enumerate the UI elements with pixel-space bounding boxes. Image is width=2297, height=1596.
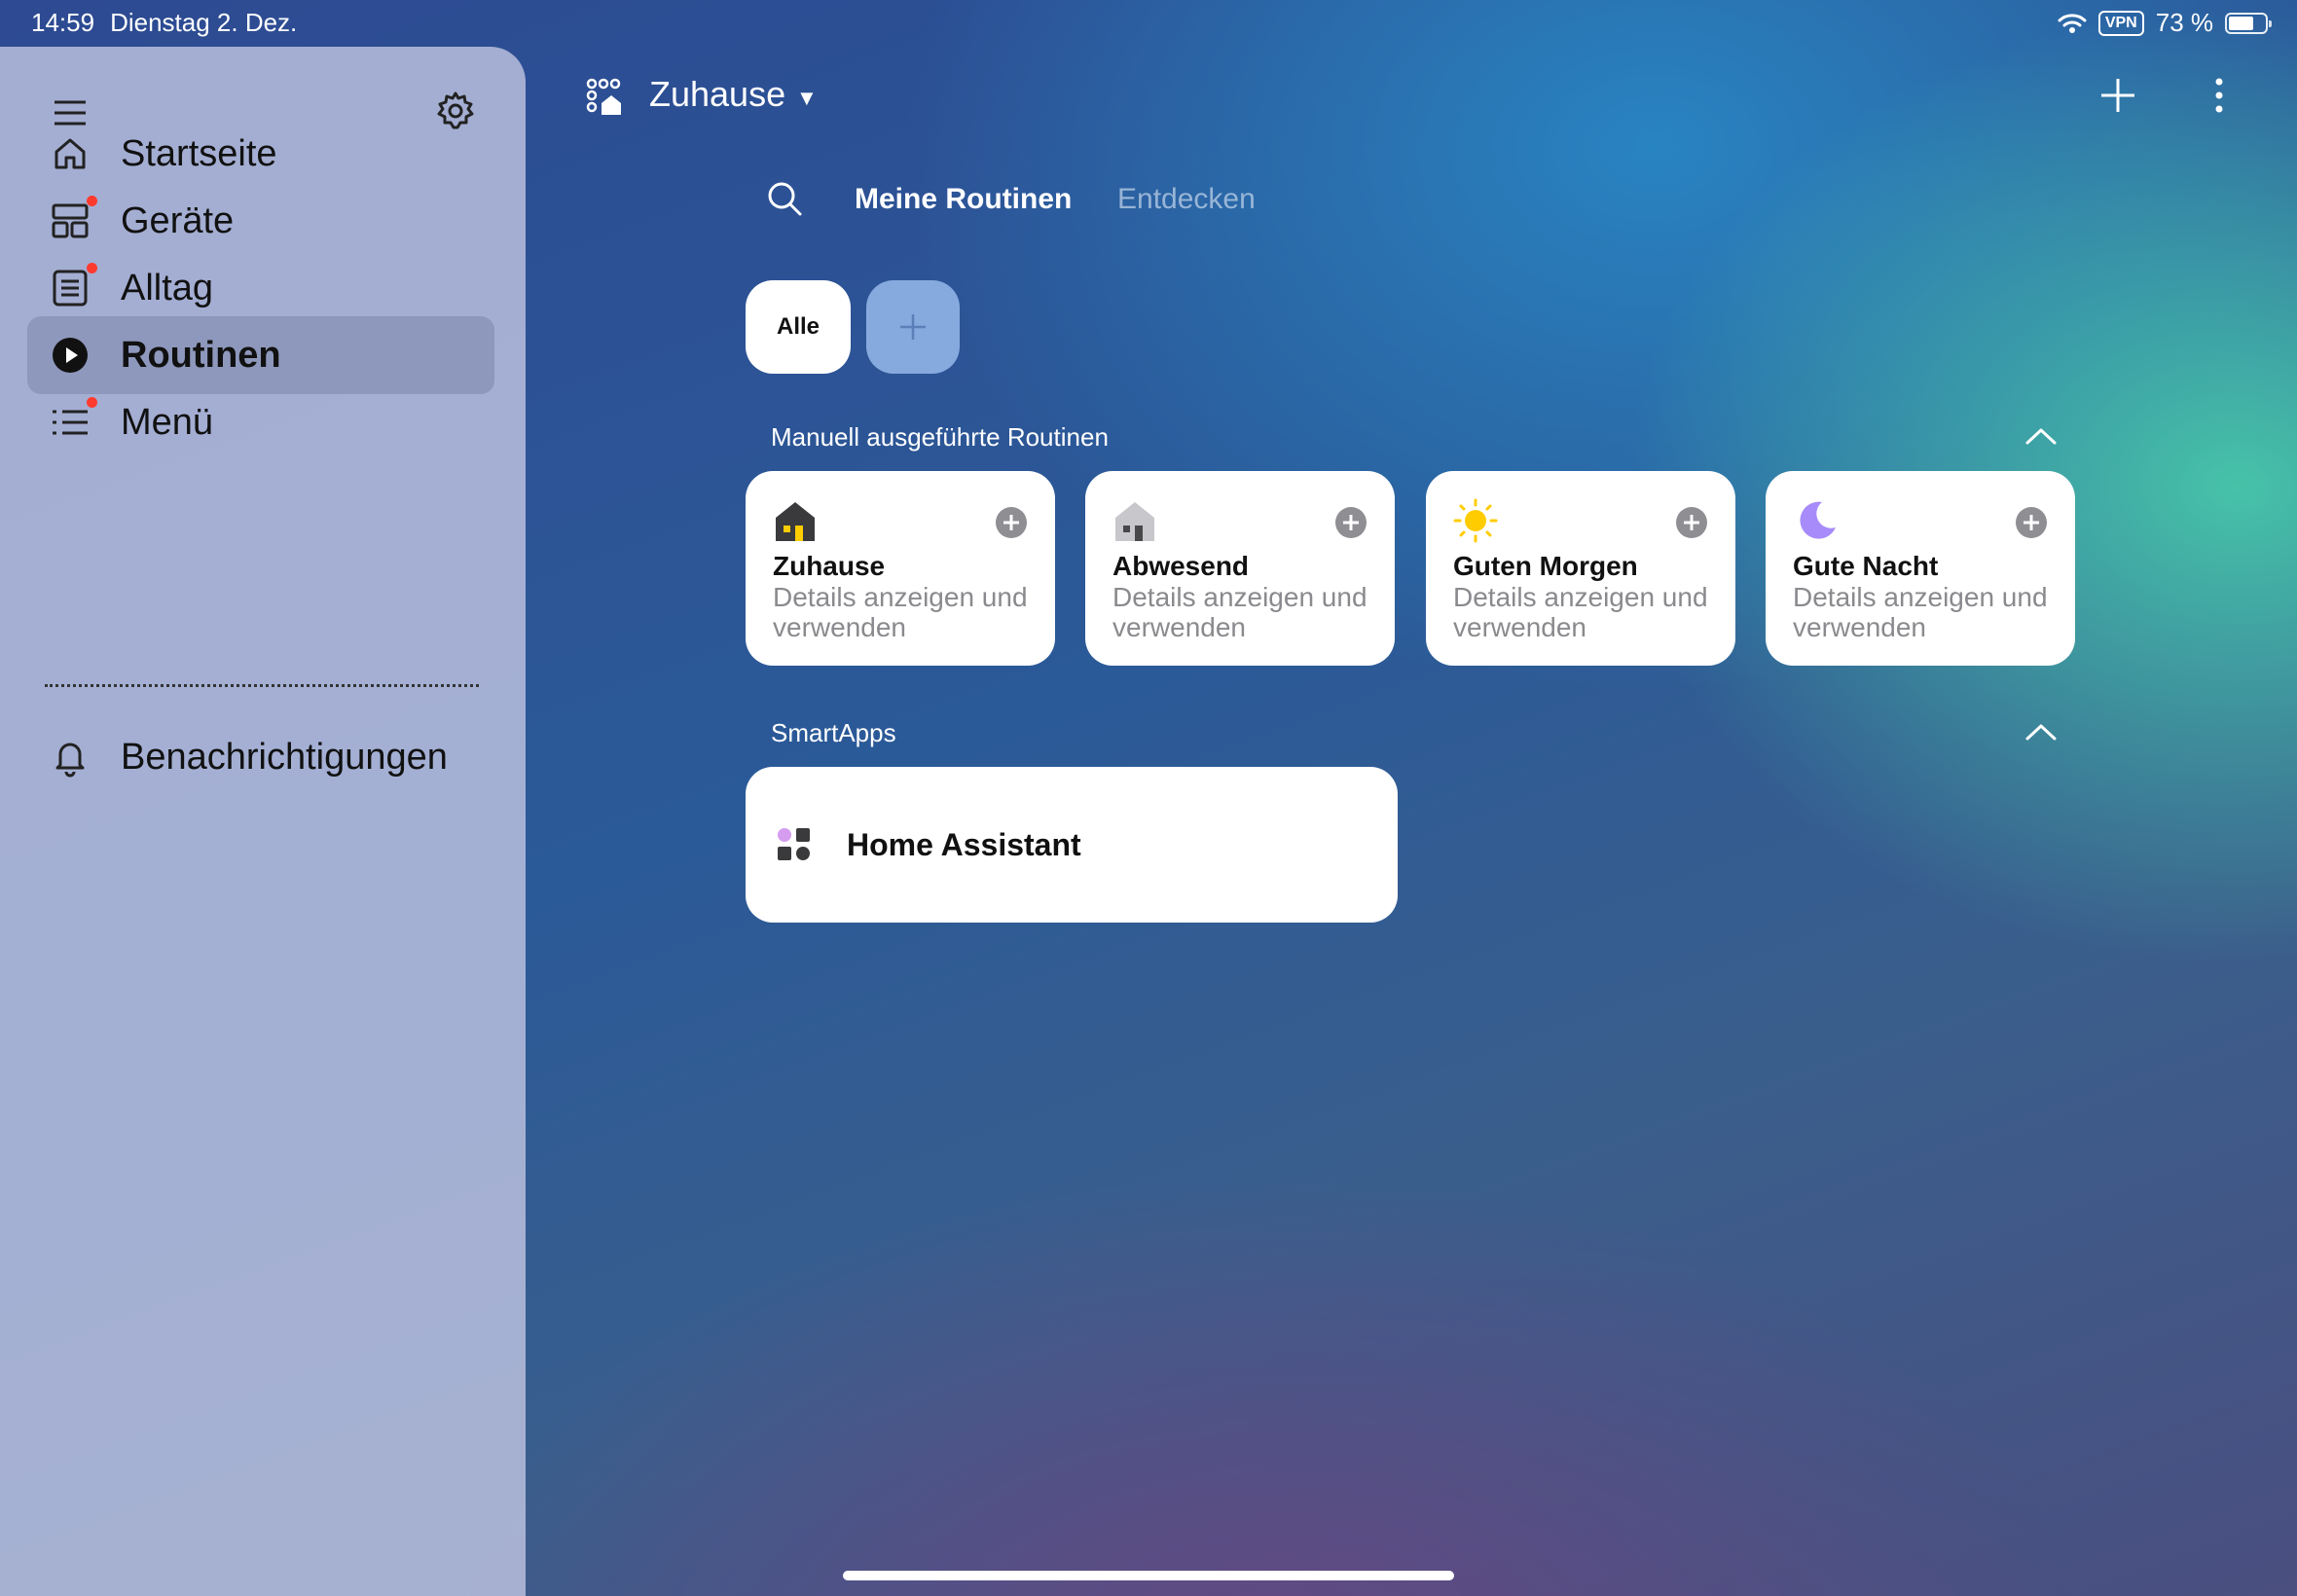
sidebar-item-routinen[interactable]: Routinen	[27, 316, 494, 394]
home-indicator[interactable]	[843, 1571, 1454, 1580]
play-icon	[49, 334, 91, 377]
tab-entdecken[interactable]: Entdecken	[1117, 183, 1256, 216]
routine-card-abwesend[interactable]: Abwesend Details anzeigen und verwenden	[1085, 471, 1395, 666]
smartapp-icon	[778, 828, 810, 860]
vpn-badge: VPN	[2097, 10, 2144, 36]
battery-percent: 73 %	[2155, 8, 2213, 37]
section-title-smartapps: SmartApps	[771, 718, 896, 747]
wifi-icon	[2058, 13, 2087, 33]
sidebar-item-geraete[interactable]: Geräte	[27, 182, 494, 260]
routine-card-gute-nacht[interactable]: Gute Nacht Details anzeigen und verwende…	[1766, 471, 2075, 666]
home-away-icon	[1115, 502, 1154, 541]
plus-icon	[900, 314, 926, 340]
house-icon	[49, 132, 91, 175]
chevron-up-icon[interactable]	[2024, 426, 2058, 446]
moon-icon	[1800, 501, 1836, 539]
devices-icon	[49, 196, 97, 242]
routine-title: Gute Nacht	[1793, 551, 1939, 581]
routine-title: Guten Morgen	[1453, 551, 1638, 581]
status-time: 14:59	[31, 8, 95, 37]
sidebar-item-label: Geräte	[121, 200, 235, 241]
bell-icon	[49, 736, 91, 779]
routine-card-zuhause[interactable]: Zuhause Details anzeigen und verwenden	[746, 471, 1055, 666]
sun-icon	[1453, 498, 1498, 543]
status-indicators: VPN 73 %	[2058, 8, 2272, 38]
home-dark-icon	[776, 502, 815, 541]
routine-title: Zuhause	[773, 551, 886, 581]
sidebar-item-alltag[interactable]: Alltag	[27, 249, 494, 327]
status-time-date: 14:59 Dienstag 2. Dez.	[31, 8, 312, 38]
sidebar-item-startseite[interactable]: Startseite	[27, 115, 494, 193]
routine-title: Abwesend	[1112, 551, 1250, 581]
routine-subtitle: Details anzeigen und verwenden	[1112, 582, 1367, 642]
add-icon[interactable]	[2098, 76, 2137, 115]
routine-subtitle: Details anzeigen und verwenden	[773, 582, 1028, 642]
list-icon	[49, 397, 97, 444]
caret-down-icon[interactable]: ▼	[796, 86, 818, 111]
sidebar-item-label: Startseite	[121, 132, 277, 174]
filter-all-chip[interactable]: Alle	[746, 280, 851, 374]
add-circle-icon[interactable]	[2015, 506, 2048, 539]
sidebar-item-benachrichtigungen[interactable]: Benachrichtigungen	[27, 718, 494, 796]
sidebar-divider	[45, 684, 479, 687]
battery-icon	[2225, 12, 2272, 34]
sidebar-item-label: Benachrichtigungen	[121, 736, 448, 778]
home-selector[interactable]: Zuhause	[649, 74, 785, 115]
sidebar-item-label: Menü	[121, 401, 214, 443]
sidebar-item-menue[interactable]: Menü	[27, 383, 494, 461]
sidebar-item-label: Alltag	[121, 267, 214, 308]
more-vertical-icon[interactable]	[2207, 76, 2231, 115]
routine-subtitle: Details anzeigen und verwenden	[1453, 582, 1708, 642]
life-icon	[49, 263, 97, 309]
home-location-icon[interactable]	[584, 78, 623, 117]
sidebar-item-label: Routinen	[121, 334, 281, 376]
routine-subtitle: Details anzeigen und verwenden	[1793, 582, 2048, 642]
chevron-up-icon[interactable]	[2024, 722, 2058, 742]
notification-dot	[87, 263, 97, 273]
status-bar: 14:59 Dienstag 2. Dez. VPN 73 %	[0, 0, 2297, 47]
notification-dot	[87, 196, 97, 206]
add-filter-button[interactable]	[866, 280, 960, 374]
section-title-manual: Manuell ausgeführte Routinen	[771, 422, 1109, 452]
sidebar: Startseite Geräte Alltag Routinen Menü B…	[0, 47, 526, 1596]
smartapp-home-assistant[interactable]: Home Assistant	[746, 767, 1398, 923]
add-circle-icon[interactable]	[995, 506, 1028, 539]
tab-meine-routinen[interactable]: Meine Routinen	[855, 183, 1072, 216]
smartapp-label: Home Assistant	[847, 827, 1081, 862]
search-icon[interactable]	[765, 179, 804, 218]
add-circle-icon[interactable]	[1675, 506, 1708, 539]
add-circle-icon[interactable]	[1334, 506, 1367, 539]
routine-card-guten-morgen[interactable]: Guten Morgen Details anzeigen und verwen…	[1426, 471, 1735, 666]
notification-dot	[87, 397, 97, 408]
battery-level	[2229, 16, 2254, 30]
status-date: Dienstag 2. Dez.	[110, 8, 298, 37]
